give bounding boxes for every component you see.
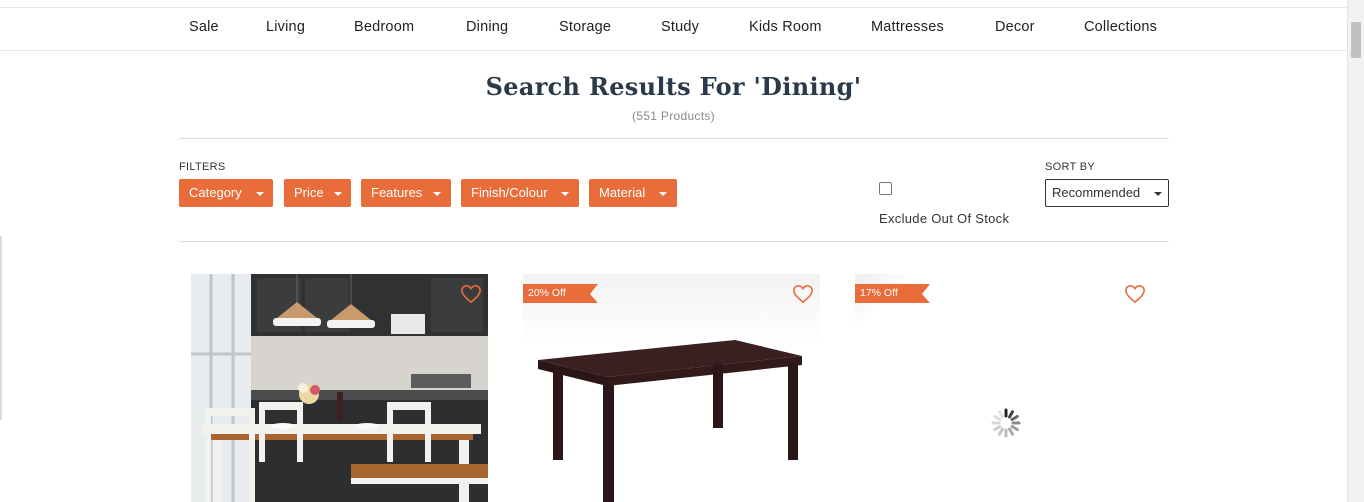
filter-material-label: Material — [599, 185, 646, 200]
category-nav: Sale Living Bedroom Dining Storage Study… — [0, 8, 1347, 51]
loading-spinner-icon — [991, 408, 1021, 438]
product-count: (551 Products) — [632, 109, 715, 123]
exclude-out-of-stock-label: Exclude Out Of Stock — [879, 211, 1010, 226]
wishlist-heart-icon[interactable] — [460, 284, 482, 304]
caret-down-icon — [334, 192, 342, 196]
wishlist-heart-icon[interactable] — [1124, 284, 1146, 304]
caret-down-icon — [256, 192, 264, 196]
dining-set-image[interactable] — [191, 274, 488, 502]
filter-finish-colour-label: Finish/Colour — [471, 185, 548, 200]
sort-by-label: SORT BY — [1045, 161, 1095, 173]
filter-material-button[interactable]: Material — [589, 179, 677, 207]
page-title: Search Results For 'Dining' — [485, 72, 862, 101]
filter-finish-colour-button[interactable]: Finish/Colour — [461, 179, 579, 207]
filter-features-label: Features — [371, 185, 423, 200]
filter-category-label: Category — [189, 185, 242, 200]
sort-by-value: Recommended — [1052, 185, 1141, 200]
filter-features-button[interactable]: Features — [361, 179, 451, 207]
wishlist-heart-icon[interactable] — [792, 284, 814, 304]
nav-item-living[interactable]: Living — [266, 19, 305, 35]
filter-price-label: Price — [294, 185, 324, 200]
caret-down-icon — [659, 192, 667, 196]
sort-by-select[interactable]: Recommended — [1045, 179, 1169, 207]
divider — [179, 138, 1169, 139]
nav-item-collections[interactable]: Collections — [1084, 19, 1157, 35]
filters-label: FILTERS — [179, 161, 226, 173]
top-strip — [0, 0, 1347, 8]
nav-item-bedroom[interactable]: Bedroom — [354, 19, 414, 35]
nav-item-study[interactable]: Study — [661, 19, 699, 35]
caret-down-icon — [561, 192, 569, 196]
filter-category-button[interactable]: Category — [179, 179, 273, 207]
divider — [179, 241, 1169, 242]
nav-item-sale[interactable]: Sale — [189, 19, 219, 35]
exclude-out-of-stock-checkbox[interactable] — [879, 182, 892, 195]
caret-down-icon — [433, 192, 441, 196]
filter-price-button[interactable]: Price — [284, 179, 351, 207]
nav-item-storage[interactable]: Storage — [559, 19, 611, 35]
scrollbar-thumb[interactable] — [1351, 22, 1361, 58]
nav-item-decor[interactable]: Decor — [995, 19, 1035, 35]
page-scrollbar[interactable] — [1347, 0, 1364, 502]
side-panel-edge — [0, 236, 2, 420]
nav-item-kids-room[interactable]: Kids Room — [749, 19, 822, 35]
nav-item-mattresses[interactable]: Mattresses — [871, 19, 944, 35]
product-card[interactable]: 17% Off — [855, 274, 1152, 502]
product-card[interactable] — [191, 274, 488, 502]
product-card[interactable]: 20% Off — [523, 274, 820, 502]
nav-item-dining[interactable]: Dining — [466, 19, 508, 35]
caret-down-icon — [1154, 192, 1162, 196]
